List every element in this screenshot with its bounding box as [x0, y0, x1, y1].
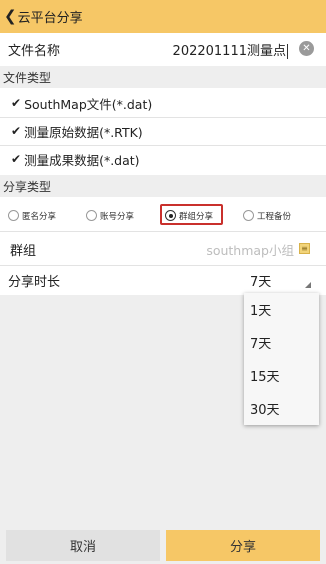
radio-label: 账号分享: [100, 211, 135, 222]
checkmark-icon: ✔: [11, 124, 22, 138]
radio-circle-icon: [8, 210, 19, 221]
page-title: 云平台分享: [17, 11, 83, 26]
radio-anonymous-share[interactable]: 匿名分享: [8, 207, 56, 224]
group-value: southmap小组: [206, 242, 294, 258]
checkbox-label: 测量原始数据(*.RTK): [24, 124, 143, 140]
radio-project-backup[interactable]: 工程备份: [243, 207, 291, 224]
file-type-section-header: 文件类型: [0, 66, 326, 88]
file-type-section-title: 文件类型: [3, 70, 52, 85]
group-row[interactable]: 群组 southmap小组 ≡: [0, 232, 326, 266]
dropdown-option-30-days[interactable]: 30天: [244, 392, 319, 425]
file-name-input[interactable]: 202201111测量点: [173, 40, 288, 59]
share-type-section-title: 分享类型: [3, 179, 52, 194]
file-name-label: 文件名称: [8, 43, 61, 59]
file-type-checkbox-rtk[interactable]: ✔ 测量原始数据(*.RTK): [0, 117, 326, 145]
checkbox-label: SouthMap文件(*.dat): [24, 96, 153, 112]
dropdown-arrow-icon[interactable]: [305, 282, 311, 288]
share-button[interactable]: 分享: [166, 530, 320, 561]
checkmark-icon: ✔: [11, 96, 22, 110]
dropdown-option-7-days[interactable]: 7天: [244, 326, 319, 359]
dropdown-option-1-day[interactable]: 1天: [244, 293, 319, 326]
text-caret: [287, 43, 288, 59]
radio-account-share[interactable]: 账号分享: [86, 207, 134, 224]
file-name-row: 文件名称 202201111测量点 ✕: [0, 33, 326, 65]
top-bar: ❮ 云平台分享: [0, 0, 326, 33]
radio-circle-icon: [86, 210, 97, 221]
bottom-action-bar: 取消 分享: [0, 527, 326, 564]
file-type-checkbox-result[interactable]: ✔ 测量成果数据(*.dat): [0, 145, 326, 173]
radio-circle-icon: [243, 210, 254, 221]
group-pick-icon[interactable]: ≡: [299, 243, 310, 254]
file-name-value: 202201111测量点: [172, 43, 286, 59]
duration-dropdown-menu: 1天 7天 15天 30天: [244, 293, 319, 425]
share-type-section-header: 分享类型: [0, 175, 326, 197]
checkbox-label: 测量成果数据(*.dat): [24, 152, 140, 168]
duration-select[interactable]: 7天: [250, 271, 271, 290]
group-label: 群组: [10, 243, 37, 259]
radio-label: 匿名分享: [22, 211, 57, 222]
checkmark-icon: ✔: [11, 152, 22, 166]
dropdown-option-15-days[interactable]: 15天: [244, 359, 319, 392]
chevron-left-icon[interactable]: ❮: [4, 9, 17, 24]
selection-highlight-box: [160, 204, 223, 225]
cancel-button[interactable]: 取消: [6, 530, 160, 561]
radio-label: 工程备份: [257, 211, 292, 222]
duration-label: 分享时长: [8, 274, 61, 290]
file-type-checkbox-southmap[interactable]: ✔ SouthMap文件(*.dat): [0, 89, 326, 117]
duration-row: 分享时长 7天: [0, 266, 326, 294]
clear-circle-icon[interactable]: ✕: [299, 41, 314, 56]
